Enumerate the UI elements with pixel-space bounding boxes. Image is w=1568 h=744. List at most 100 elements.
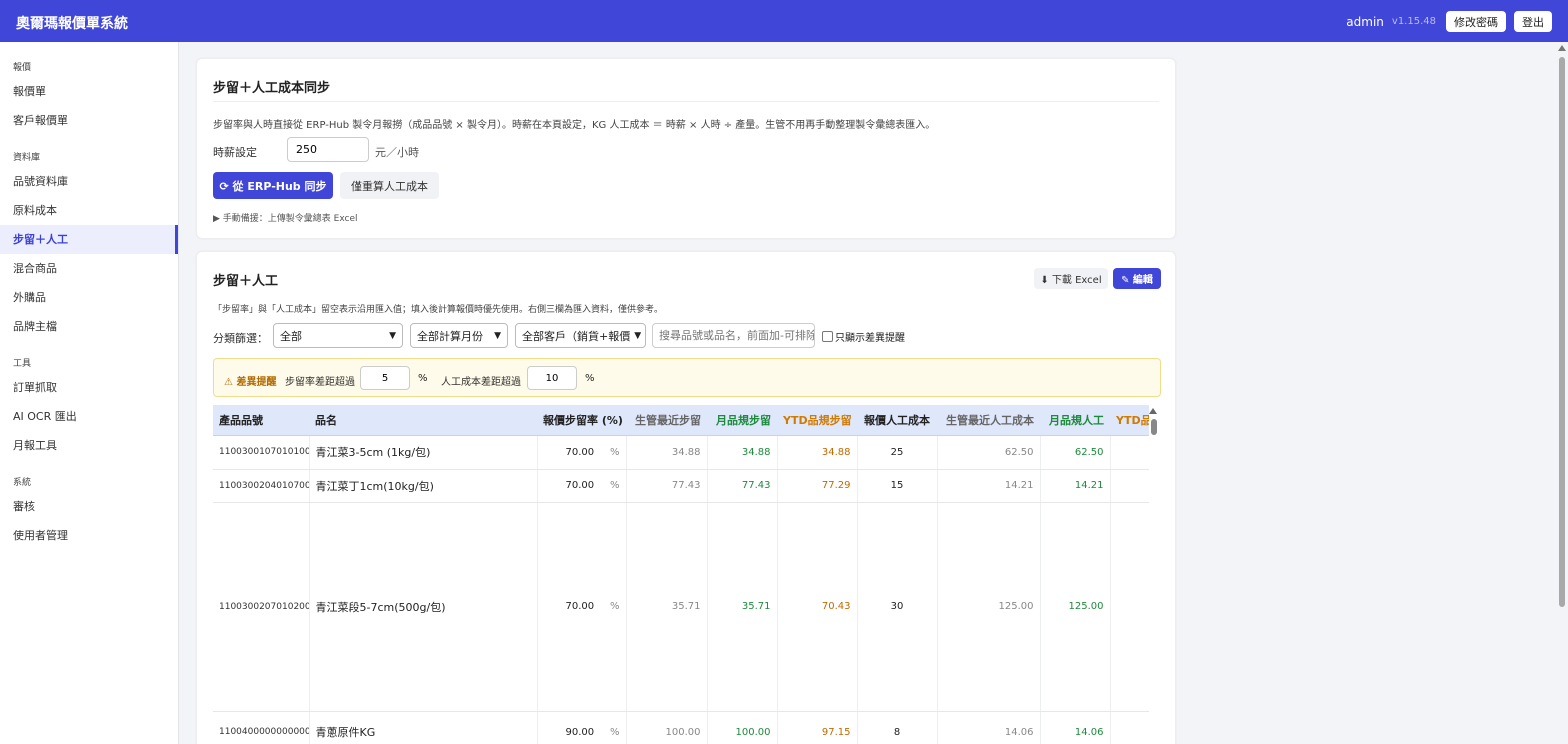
ytd-yield: 70.43: [777, 502, 858, 712]
col-ytd-yield[interactable]: YTD品規步留: [777, 405, 857, 436]
sync-card: 步留＋人工成本同步 步留率與人時直接從 ERP-Hub 製令月報撈（成品品號 ×…: [196, 58, 1176, 239]
sidebar-item-monthly-report[interactable]: 月報工具: [0, 431, 178, 460]
ytd-labor: [1110, 502, 1149, 712]
page-scrollbar-thumb[interactable]: [1559, 57, 1565, 607]
sidebar-item-ai-ocr[interactable]: AI OCR 匯出: [0, 402, 178, 431]
username: admin: [1346, 14, 1384, 29]
quote-labor[interactable]: 25: [857, 435, 938, 470]
sidebar-item-user-management[interactable]: 使用者管理: [0, 521, 178, 550]
labor-threshold-input[interactable]: [527, 366, 577, 390]
quote-yield-value: 70.00: [565, 601, 595, 612]
quote-yield-cell[interactable]: 70.00%: [537, 469, 627, 503]
list-description: 「步留率」與「人工成本」留空表示沿用匯入值；填入後計算報價時優先使用。右側三欄為…: [213, 305, 664, 315]
quote-yield-cell[interactable]: 70.00%: [537, 435, 627, 470]
recent-labor: 62.50: [937, 435, 1041, 470]
hourly-rate-label: 時薪設定: [213, 146, 257, 159]
col-quote-labor[interactable]: 報價人工成本: [857, 405, 937, 436]
quote-yield-value: 70.00: [565, 480, 595, 491]
quote-yield-cell[interactable]: 90.00%: [537, 711, 627, 744]
search-input[interactable]: [652, 323, 815, 348]
col-month-yield[interactable]: 月品規步留: [707, 405, 777, 436]
customer-select[interactable]: 全部客戶（銷貨+報價 ▼: [515, 323, 646, 348]
hourly-rate-input[interactable]: [287, 137, 369, 162]
sync-card-title: 步留＋人工成本同步: [213, 81, 331, 96]
edit-button[interactable]: ✎ 編輯: [1113, 268, 1161, 289]
month-labor: 62.50: [1040, 435, 1111, 470]
col-recent-labor[interactable]: 生管最近人工成本: [937, 405, 1040, 436]
col-product-name[interactable]: 品名: [309, 405, 537, 436]
change-password-button[interactable]: 修改密碼: [1446, 11, 1506, 32]
only-diff-toggle[interactable]: 只顯示差異提醒: [822, 329, 905, 344]
yield-labor-table-wrap: 產品品號 品名 報價步留率 (%) 生管最近步留 月品規步留 YTD品規步留 報…: [213, 405, 1149, 744]
logout-button[interactable]: 登出: [1514, 11, 1552, 32]
recalc-labor-button[interactable]: 僅重算人工成本: [340, 172, 439, 199]
sidebar-item-quote[interactable]: 報價單: [0, 77, 178, 106]
ytd-labor: [1110, 435, 1149, 470]
ytd-yield: 77.29: [777, 469, 858, 503]
app-title: 奧爾瑪報價單系統: [16, 16, 128, 32]
quote-labor[interactable]: 30: [857, 502, 938, 712]
month-select-value: 全部計算月份: [417, 329, 483, 343]
table-scroll-up-icon[interactable]: [1149, 408, 1157, 414]
sidebar-item-yield-labor[interactable]: 步留＋人工: [0, 225, 178, 254]
category-select[interactable]: 全部 ▼: [273, 323, 403, 348]
quote-yield-cell[interactable]: 70.00%: [537, 502, 627, 712]
diff-warning-title: ⚠ 差異提醒: [224, 377, 277, 388]
sidebar-item-customer-quote[interactable]: 客戶報價單: [0, 106, 178, 135]
ytd-labor: [1110, 711, 1149, 744]
month-labor: 125.00: [1040, 502, 1111, 712]
product-name: 青蔥原件KG: [309, 711, 538, 744]
recent-labor: 125.00: [937, 502, 1041, 712]
quote-yield-value: 70.00: [565, 446, 595, 458]
yield-labor-card: 步留＋人工 ⬇ 下載 Excel ✎ 編輯 「步留率」與「人工成本」留空表示沿用…: [196, 251, 1176, 744]
month-labor: 14.06: [1040, 711, 1111, 744]
category-select-value: 全部: [280, 329, 302, 343]
month-yield: 34.88: [707, 435, 778, 470]
divider: [213, 101, 1159, 102]
only-diff-label: 只顯示差異提醒: [835, 333, 905, 344]
col-quote-yield[interactable]: 報價步留率 (%): [537, 405, 626, 436]
labor-threshold-label: 人工成本差距超過: [441, 377, 521, 388]
yield-threshold-label: 步留率差距超過: [285, 377, 355, 388]
yield-threshold-input[interactable]: [360, 366, 410, 390]
month-yield: 77.43: [707, 469, 778, 503]
table-row: 1100300204010700 青江菜丁1cm(10kg/包) 70.00% …: [213, 469, 1149, 503]
sidebar-item-order-fetch[interactable]: 訂單抓取: [0, 373, 178, 402]
month-labor: 14.21: [1040, 469, 1111, 503]
quote-labor[interactable]: 8: [857, 711, 938, 744]
sidebar-item-review[interactable]: 審核: [0, 492, 178, 521]
month-select[interactable]: 全部計算月份 ▼: [410, 323, 508, 348]
sidebar: 報價 報價單 客戶報價單 資料庫 品號資料庫 原料成本 步留＋人工 混合商品 外…: [0, 42, 179, 744]
only-diff-checkbox[interactable]: [822, 331, 833, 342]
sync-erp-hub-button[interactable]: ⟳ 從 ERP-Hub 同步: [213, 172, 333, 199]
col-ytd-labor[interactable]: YTD品規人工: [1110, 405, 1149, 436]
sidebar-group-tools: 工具: [13, 359, 32, 369]
product-name: 青江菜丁1cm(10kg/包): [309, 469, 538, 503]
diff-warning-box: ⚠ 差異提醒 步留率差距超過 % 人工成本差距超過 %: [213, 358, 1161, 397]
percent-sign: %: [609, 601, 620, 612]
product-name: 青江菜3-5cm (1kg/包): [309, 435, 538, 470]
month-yield: 35.71: [707, 502, 778, 712]
sync-description: 步留率與人時直接從 ERP-Hub 製令月報撈（成品品號 × 製令月）。時薪在本…: [213, 120, 936, 131]
product-code: 1100300207010200: [213, 502, 310, 712]
manual-backup-toggle[interactable]: ▶ 手動備援：上傳製令彙總表 Excel: [213, 211, 357, 224]
chevron-down-icon: ▼: [494, 330, 501, 341]
ytd-yield: 34.88: [777, 435, 858, 470]
col-product-code[interactable]: 產品品號: [213, 405, 309, 436]
col-month-labor[interactable]: 月品規人工: [1040, 405, 1110, 436]
sidebar-item-brand-master[interactable]: 品牌主檔: [0, 312, 178, 341]
product-code: 1100300107010100: [213, 435, 310, 470]
quote-labor[interactable]: 15: [857, 469, 938, 503]
ytd-labor: [1110, 469, 1149, 503]
page-scroll-up-icon[interactable]: [1558, 45, 1566, 51]
sidebar-item-outsourced[interactable]: 外購品: [0, 283, 178, 312]
download-excel-button[interactable]: ⬇ 下載 Excel: [1034, 268, 1108, 289]
col-recent-yield[interactable]: 生管最近步留: [626, 405, 707, 436]
table-scrollbar-thumb[interactable]: [1151, 419, 1157, 435]
ytd-yield: 97.15: [777, 711, 858, 744]
sidebar-item-mixed-goods[interactable]: 混合商品: [0, 254, 178, 283]
sidebar-item-material-cost[interactable]: 原料成本: [0, 196, 178, 225]
top-right-area: admin v1.15.48 修改密碼 登出: [1346, 11, 1552, 32]
sidebar-group-system: 系統: [13, 478, 32, 488]
sidebar-item-product-db[interactable]: 品號資料庫: [0, 167, 178, 196]
